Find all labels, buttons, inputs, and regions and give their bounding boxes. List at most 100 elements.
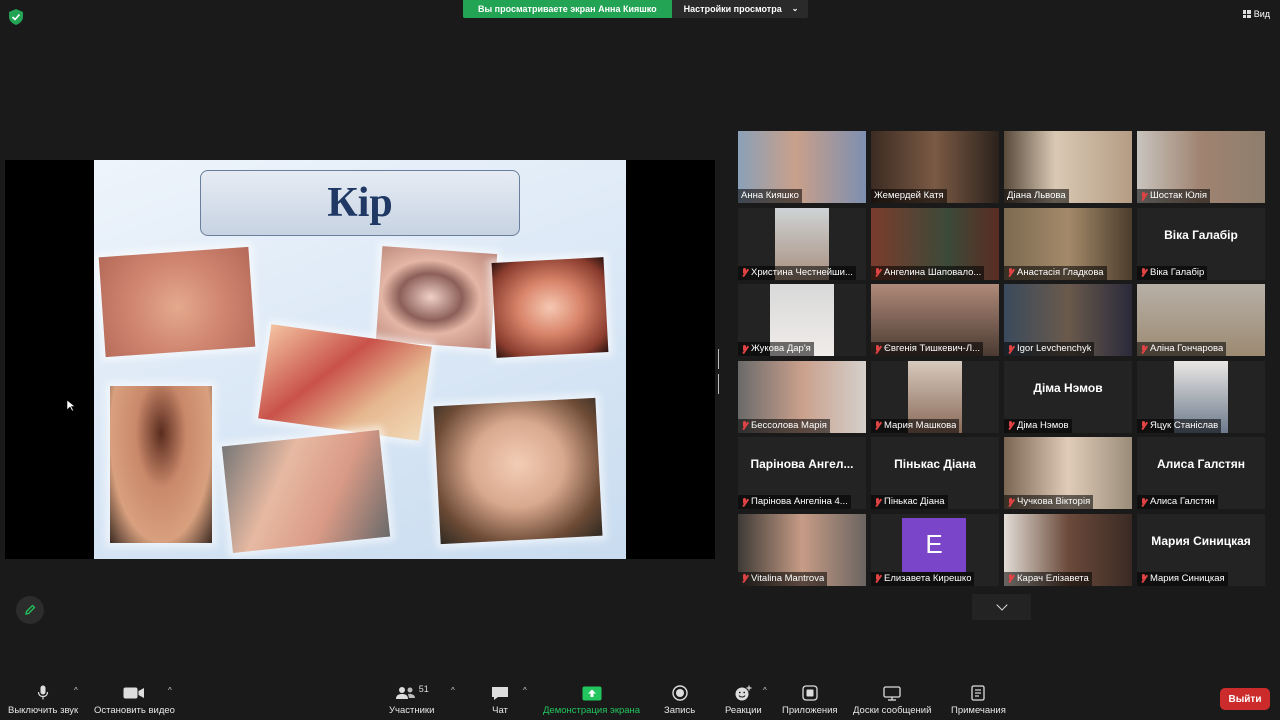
participant-name-label: Пінькас Діана — [871, 495, 948, 509]
slide-title: Кір — [327, 180, 393, 226]
participant-name-label: Анна Кияшко — [738, 189, 802, 203]
mute-label: Выключить звук — [8, 705, 79, 716]
participant-name: Жукова Дар'я — [751, 343, 811, 354]
microphone-muted-icon — [1140, 268, 1148, 277]
participant-tile[interactable]: Жемердей Катя — [871, 131, 999, 203]
participant-tile[interactable]: Мария Синицкая Мария Синицкая — [1137, 513, 1265, 586]
apps-icon — [802, 685, 818, 701]
participant-tile[interactable]: Аліна Гончарова — [1137, 284, 1265, 356]
participant-name-label: Парінова Ангеліна 4... — [738, 495, 851, 509]
participant-tile[interactable]: Мария Машкова — [871, 360, 999, 433]
participant-tile[interactable]: Євгенія Тишкевич-Л... — [871, 284, 999, 356]
participant-display-name: Алиса Галстян — [1156, 457, 1246, 471]
participant-tile[interactable]: Карач Елізавета — [1004, 513, 1132, 586]
participant-display-name: Мария Синицкая — [1151, 533, 1251, 548]
chevron-down-icon — [995, 599, 1008, 611]
microphone-muted-icon — [874, 344, 882, 354]
participant-name-label: Жемердей Катя — [871, 189, 947, 203]
view-button-label: Вид — [1253, 9, 1270, 19]
participant-name: Анастасія Гладкова — [1017, 266, 1104, 278]
participant-name-label: Ангелина Шаповало... — [871, 265, 985, 280]
participant-name-label: Євгенія Тишкевич-Л... — [871, 342, 984, 356]
view-options-button[interactable]: Настройки просмотра ⌄ — [671, 0, 809, 18]
participant-display-name: Парінова Ангел... — [750, 457, 854, 471]
participant-name: Пінькас Діана — [884, 496, 945, 507]
participant-name-label: Vitalina Mantrova — [738, 571, 828, 586]
record-button[interactable]: Запись — [664, 684, 695, 716]
reactions-button[interactable]: Реакции — [725, 684, 762, 716]
audio-options-caret[interactable]: ^ — [74, 686, 78, 695]
microphone-muted-icon — [1140, 421, 1148, 430]
slide-photo — [110, 386, 212, 543]
participant-name: Христина Честнейши... — [751, 266, 853, 278]
microphone-muted-icon — [874, 497, 882, 507]
participant-name: Аліна Гончарова — [1150, 343, 1224, 354]
panel-splitter-handle[interactable] — [718, 349, 721, 394]
participant-tile[interactable]: Vitalina Mantrova — [738, 513, 866, 586]
reactions-label: Реакции — [725, 705, 762, 716]
participant-name: Парінова Ангеліна 4... — [751, 496, 848, 507]
shield-icon[interactable] — [9, 9, 23, 25]
participant-name: Шостак Юлія — [1150, 190, 1208, 201]
microphone-muted-icon — [1007, 421, 1015, 430]
share-screen-button[interactable]: Демонстрация экрана — [543, 684, 640, 716]
participant-tile[interactable]: Діана Львова — [1004, 131, 1132, 203]
participant-tile[interactable]: Чучкова Вікторія — [1004, 437, 1132, 509]
participant-name: Діма Нэмов — [1017, 419, 1069, 431]
slide-photo — [221, 430, 391, 553]
reactions-options-caret[interactable]: ^ — [763, 686, 767, 695]
participant-tile[interactable]: Ангелина Шаповало... — [871, 207, 999, 280]
view-button[interactable]: Вид — [1242, 9, 1270, 19]
whiteboards-button[interactable]: Доски сообщений — [853, 684, 931, 716]
chat-icon — [492, 686, 508, 700]
participant-tile[interactable]: Анна Кияшко — [738, 131, 866, 203]
apps-button[interactable]: Приложения — [782, 684, 838, 716]
participant-tile[interactable]: Шостак Юлія — [1137, 131, 1265, 203]
participant-tile[interactable]: Христина Честнейши... — [738, 207, 866, 280]
participant-name-label: Діма Нэмов — [1004, 418, 1072, 433]
participant-tile[interactable]: Діма Нэмов Діма Нэмов — [1004, 360, 1132, 433]
participant-name-label: Аліна Гончарова — [1137, 342, 1227, 356]
record-label: Запись — [664, 705, 696, 716]
participant-tile[interactable]: Пінькас Діана Пінькас Діана — [871, 437, 999, 509]
participant-name-label: Віка Галабір — [1137, 265, 1208, 280]
whiteboards-label: Доски сообщений — [853, 705, 932, 716]
participant-name-label: Карач Елізавета — [1004, 571, 1092, 586]
participant-tile[interactable]: Жукова Дар'я — [738, 284, 866, 356]
participant-tile[interactable]: E Елизавета Кирешко — [871, 513, 999, 586]
mute-button[interactable]: Выключить звук — [8, 684, 78, 716]
stop-video-button[interactable]: Остановить видео — [94, 684, 175, 716]
participant-name-label: Анастасія Гладкова — [1004, 265, 1107, 280]
participants-options-caret[interactable]: ^ — [451, 686, 455, 695]
viewing-screen-text: Вы просматриваете экран Анна Кияшко — [463, 0, 672, 18]
participant-tile[interactable]: Бессолова Марія — [738, 360, 866, 433]
participants-button[interactable]: 51 Участники — [389, 684, 434, 716]
participant-tile[interactable]: Парінова Ангел... Парінова Ангеліна 4... — [738, 437, 866, 509]
participant-tile[interactable]: Яцук Станіслав — [1137, 360, 1265, 433]
avatar: E — [902, 517, 966, 572]
chat-options-caret[interactable]: ^ — [523, 686, 527, 695]
participant-name: Діана Львова — [1007, 190, 1066, 201]
video-options-caret[interactable]: ^ — [168, 686, 172, 695]
participant-tile[interactable]: Віка Галабір Віка Галабір — [1137, 207, 1265, 280]
participant-name: Мария Синицкая — [1150, 572, 1225, 584]
participants-icon — [395, 687, 415, 699]
participant-name: Igor Levchenchyk — [1017, 343, 1092, 354]
gallery-next-page-button[interactable] — [972, 594, 1031, 620]
participant-name-label: Діана Львова — [1004, 189, 1069, 203]
leave-meeting-button[interactable]: Выйти — [1220, 688, 1270, 710]
participant-name-label: Елизавета Кирешко — [871, 571, 975, 586]
screen-share-banner: Вы просматриваете экран Анна Кияшко Наст… — [463, 0, 809, 18]
participant-name-label: Мария Синицкая — [1137, 571, 1228, 586]
chat-button[interactable]: Чат — [491, 684, 509, 716]
participant-name: Євгенія Тишкевич-Л... — [884, 343, 981, 354]
participant-tile[interactable]: Анастасія Гладкова — [1004, 207, 1132, 280]
shared-screen[interactable]: Кір — [5, 160, 715, 559]
slide-photo — [433, 397, 603, 545]
apps-label: Приложения — [782, 705, 838, 716]
participant-tile[interactable]: Алиса Галстян Алиса Галстян — [1137, 437, 1265, 509]
notes-button[interactable]: Примечания — [951, 684, 1006, 716]
participant-name-label: Яцук Станіслав — [1137, 418, 1222, 433]
annotate-button[interactable] — [16, 596, 44, 624]
participant-tile[interactable]: Igor Levchenchyk — [1004, 284, 1132, 356]
